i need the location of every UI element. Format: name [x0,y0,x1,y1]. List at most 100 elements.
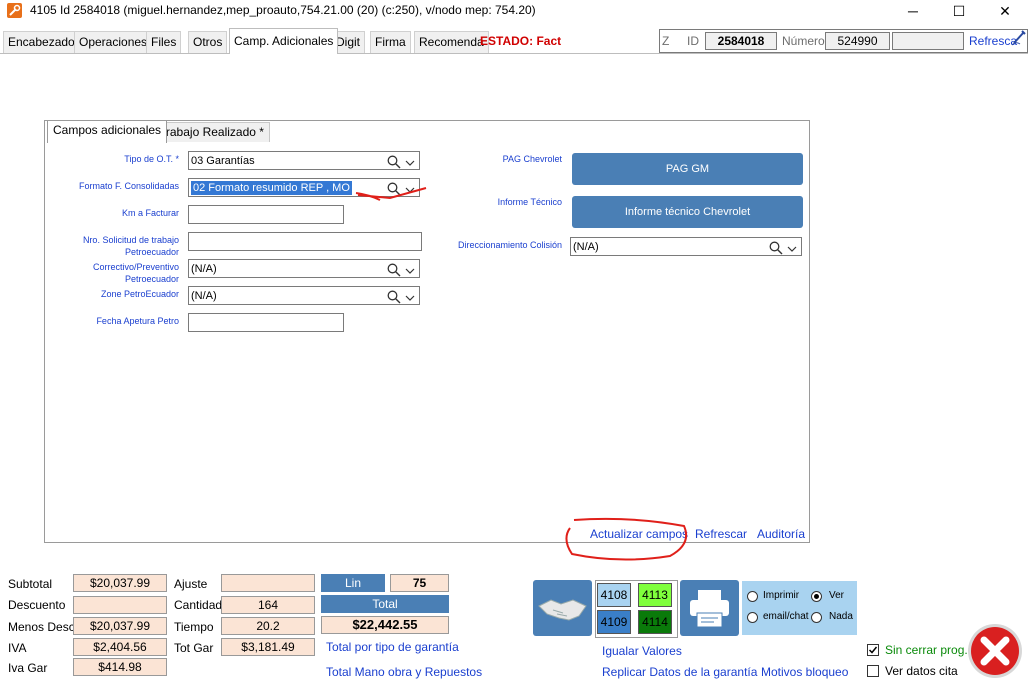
email-chat-label: email/chat [763,611,809,622]
numero-value: 524990 [825,32,890,50]
fecha-label: Fecha Apetura Petro [96,316,179,326]
tab-operaciones[interactable]: Operaciones [74,31,153,53]
estado-label: ESTADO: Fact [480,34,562,48]
ver-datos-cita-checkbox[interactable] [867,665,879,677]
tab-encabezado[interactable]: Encabezado [3,31,80,53]
chevron-down-icon[interactable] [787,242,797,261]
igualar-valores-link[interactable]: Igualar Valores [602,644,682,658]
tipo-ot-combo[interactable]: 03 Garantías [188,151,420,170]
search-icon[interactable] [387,155,401,176]
numero-label: Número [782,34,825,48]
tab-otros[interactable]: Otros [188,31,228,53]
handshake-icon [538,599,587,621]
fecha-input[interactable] [188,313,344,332]
direccionamiento-combo[interactable]: (N/A) [570,237,802,256]
tot-gar-label: Tot Gar [174,641,214,655]
replicar-datos-link[interactable]: Replicar Datos de la garantía [602,665,757,679]
email-chat-radio[interactable] [747,612,758,623]
correctivo-combo[interactable]: (N/A) [188,259,420,278]
menos-desc-label: Menos Desc [8,620,75,634]
informe-tecnico-button[interactable]: Informe técnico Chevrolet [572,196,803,228]
tab-campos-adicionales[interactable]: Campos adicionales [47,120,168,143]
handshake-button[interactable] [533,580,592,636]
total-mano-obra-link[interactable]: Total Mano obra y Repuestos [326,665,482,679]
signature-pen-icon[interactable] [1011,28,1027,49]
sin-cerrar-label: Sin cerrar prog. [885,643,968,657]
search-icon[interactable] [387,263,401,284]
ver-datos-cita-label: Ver datos cita [885,664,958,678]
ver-radio[interactable] [811,591,822,602]
tab-firma[interactable]: Firma [370,31,411,53]
code-tile-4113[interactable]: 4113 [638,583,672,607]
pag-gm-button[interactable]: PAG GM [572,153,803,185]
tot-gar-value: $3,181.49 [221,638,315,656]
correctivo-label: Correctivo/Preventivo Petroecuador [44,261,179,285]
tab-trabajo-realizado[interactable]: Trabajo Realizado * [153,122,270,142]
app-wrench-icon [7,3,22,18]
nada-label: Nada [829,611,853,622]
extra-value-box [892,32,964,50]
zone-combo[interactable]: (N/A) [188,286,420,305]
nro-solicitud-input[interactable] [188,232,422,251]
iva-label: IVA [8,641,27,655]
cantidad-label: Cantidad [174,598,223,612]
refresca-link[interactable]: Refresca [969,34,1017,48]
subtotal-value: $20,037.99 [73,574,167,592]
km-label: Km a Facturar [121,208,179,218]
close-window-button[interactable]: ✕ [982,0,1028,22]
chevron-down-icon[interactable] [405,264,415,283]
subtotal-label: Subtotal [8,577,53,591]
informe-tecnico-label: Informe Técnico [497,197,562,207]
lin-value: 75 [390,574,449,592]
auditoria-link[interactable]: Auditoría [757,527,805,541]
menos-desc-value: $20,037.99 [73,617,167,635]
id-value: 2584018 [705,32,777,50]
lin-label: Lin [321,574,385,592]
code-tile-4109[interactable]: 4109 [597,610,631,634]
search-icon[interactable] [769,241,783,262]
correctivo-label-line1: Correctivo/Preventivo [92,262,179,272]
maximize-button[interactable]: ☐ [936,0,982,22]
close-icon [968,624,1022,678]
motivos-bloqueo-link[interactable]: Motivos bloqueo [761,665,848,679]
nada-radio[interactable] [811,612,822,623]
code-tile-4114[interactable]: 4114 [638,610,672,634]
z-label: Z [662,34,670,48]
sin-cerrar-checkbox[interactable] [867,644,879,656]
zone-value: (N/A) [191,290,217,302]
minimize-button[interactable]: ─ [890,0,936,22]
imprimir-radio[interactable] [747,591,758,602]
window-title: 4105 Id 2584018 (miguel.hernandez,mep_pr… [30,3,536,17]
pag-chevrolet-label: PAG Chevrolet [502,154,562,164]
tiempo-label: Tiempo [174,620,214,634]
km-input[interactable] [188,205,344,224]
search-icon[interactable] [387,290,401,311]
formato-label: Formato F. Consolidadas [78,181,179,191]
ajuste-value[interactable] [221,574,315,592]
nro-solicitud-label-line2: Petroecuador [124,247,179,257]
tab-files[interactable]: Files [146,31,182,53]
total-por-tipo-link[interactable]: Total por tipo de garantía [326,640,459,654]
refrescar-link[interactable]: Refrescar [695,527,747,541]
total-label: Total [321,595,449,613]
close-form-button[interactable] [966,622,1024,683]
descuento-label: Descuento [8,598,66,612]
zone-label: Zone PetroEcuador [100,289,179,299]
cantidad-value: 164 [221,596,315,614]
printer-button[interactable] [680,580,739,636]
ver-label: Ver [829,590,845,601]
code-tile-4108[interactable]: 4108 [597,583,631,607]
descuento-value[interactable] [73,596,167,614]
iva-gar-value: $414.98 [73,658,167,676]
chevron-down-icon[interactable] [405,156,415,175]
iva-gar-label: Iva Gar [8,661,48,675]
correctivo-label-line2: Petroecuador [124,274,179,284]
red-underline-annotation [355,187,427,201]
iva-value: $2,404.56 [73,638,167,656]
tab-camp-adicionales[interactable]: Camp. Adicionales [229,28,339,54]
printer-icon [690,590,729,628]
tab-recomenda[interactable]: Recomenda [414,31,489,53]
direccionamiento-value: (N/A) [573,241,599,253]
red-circle-annotation [565,517,688,561]
chevron-down-icon[interactable] [405,291,415,310]
